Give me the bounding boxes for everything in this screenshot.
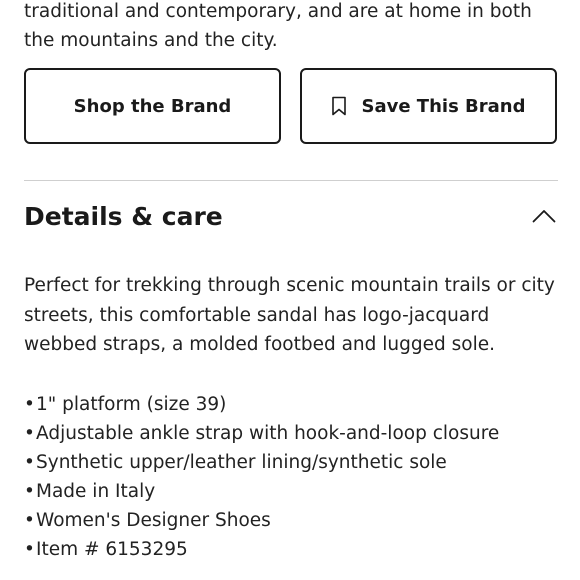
product-description: Perfect for trekking through scenic moun… [24, 275, 555, 355]
list-item: Synthetic upper/leather lining/synthetic… [24, 448, 499, 477]
chevron-up-icon[interactable] [532, 209, 556, 223]
details-care-accordion-header[interactable]: Details & care [24, 194, 558, 238]
shop-the-brand-label: Shop the Brand [73, 95, 232, 117]
list-item: Item # 6153295 [24, 535, 499, 564]
save-this-brand-button[interactable]: Save This Brand [300, 68, 557, 144]
list-item: Women's Designer Shoes [24, 506, 499, 535]
list-item: Adjustable ankle strap with hook-and-loo… [24, 419, 499, 448]
details-care-title: Details & care [24, 201, 223, 231]
shop-the-brand-button[interactable]: Shop the Brand [24, 68, 281, 144]
section-divider [24, 180, 558, 181]
save-this-brand-label: Save This Brand [361, 95, 526, 117]
product-details-list: 1" platform (size 39) Adjustable ankle s… [24, 390, 499, 564]
brand-description-text: traditional and contemporary, and are at… [24, 1, 532, 51]
list-item: 1" platform (size 39) [24, 390, 499, 419]
bookmark-icon [332, 96, 347, 116]
list-item: Made in Italy [24, 477, 499, 506]
